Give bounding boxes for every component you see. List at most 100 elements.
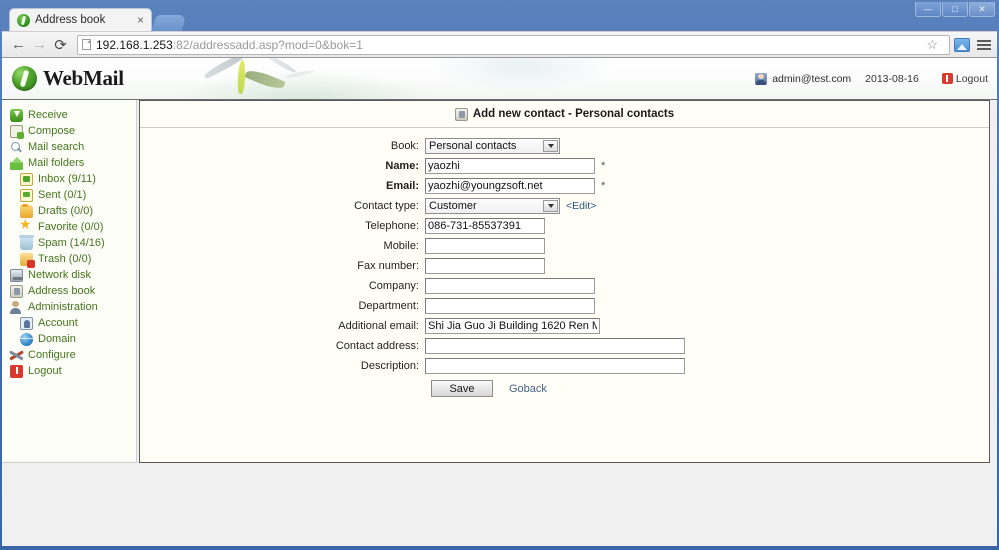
edit-contact-type-link[interactable]: <Edit>	[566, 200, 596, 212]
logout-icon	[10, 364, 23, 378]
sidebar-item-address-book[interactable]: Address book	[2, 283, 136, 299]
extension-icon[interactable]	[954, 37, 970, 52]
form-row-email: Email: *	[140, 177, 989, 194]
fax-number-input[interactable]	[425, 257, 545, 274]
decorative-leaf-icon	[203, 58, 247, 80]
content-outer: Add new contact - Personal contacts Book…	[137, 100, 997, 463]
sidebar-item-label: Favorite (0/0)	[38, 221, 104, 233]
sidebar-item-label: Configure	[28, 349, 76, 361]
url-text: 192.168.1.253:82/addressadd.asp?mod=0&bo…	[96, 38, 926, 52]
required-mark: *	[601, 159, 606, 172]
forward-button[interactable]: →	[29, 34, 50, 55]
page-bottom-filler	[2, 506, 997, 546]
compose-icon	[10, 124, 24, 139]
form-row-mobile: Mobile:	[140, 237, 989, 254]
user-info-bar: admin@test.com 2013-08-16 Logout	[755, 72, 988, 85]
contact-address-input[interactable]	[425, 337, 685, 354]
sidebar-item-favorite[interactable]: Favorite (0/0)	[2, 217, 136, 235]
label-name: Name:	[385, 159, 419, 172]
book-select[interactable]: Personal contacts	[425, 137, 560, 154]
browser-titlebar: — □ ✕ Address book ×	[2, 2, 997, 31]
search-icon	[10, 141, 23, 154]
label-contact-address: Contact address:	[335, 339, 419, 352]
disk-icon	[10, 268, 23, 282]
new-tab-button[interactable]	[151, 15, 187, 31]
address-bar[interactable]: 192.168.1.253:82/addressadd.asp?mod=0&bo…	[77, 34, 950, 55]
description-input[interactable]	[425, 357, 685, 374]
spam-bin-icon	[19, 234, 34, 250]
sidebar-item-receive[interactable]: Receive	[2, 107, 136, 123]
sidebar-item-logout[interactable]: Logout	[2, 363, 136, 379]
required-mark: *	[601, 179, 606, 192]
form-row-name: Name: *	[140, 157, 989, 174]
sidebar-item-account[interactable]: Account	[2, 315, 136, 331]
sidebar-item-spam[interactable]: Spam (14/16)	[2, 234, 136, 251]
contact-type-select[interactable]: Customer	[425, 197, 560, 214]
mobile-input[interactable]	[425, 237, 545, 254]
page-title-text: Add new contact - Personal contacts	[472, 108, 675, 120]
sidebar-item-domain[interactable]: Domain	[2, 331, 136, 347]
star-icon	[19, 217, 33, 234]
close-window-button[interactable]: ✕	[969, 2, 995, 17]
sidebar-item-administration[interactable]: Administration	[2, 299, 136, 315]
goback-link[interactable]: Goback	[509, 383, 547, 395]
department-input[interactable]	[425, 297, 595, 314]
telephone-input[interactable]	[425, 217, 545, 234]
name-input[interactable]	[425, 157, 595, 174]
company-input[interactable]	[425, 277, 595, 294]
sidebar-item-label: Receive	[28, 109, 68, 121]
page-viewport: WebMail admin@test.com 2013-08-16 Logout…	[2, 58, 997, 546]
label-company: Company:	[368, 279, 419, 292]
page-title: Add new contact - Personal contacts	[140, 101, 989, 128]
sidebar-item-mail-folders[interactable]: Mail folders	[2, 155, 136, 171]
chevron-down-icon[interactable]	[543, 199, 558, 212]
browser-menu-icon[interactable]	[977, 39, 991, 50]
form-actions: Save Goback	[140, 380, 989, 397]
label-description: Description:	[360, 359, 419, 372]
reload-button[interactable]: ⟳	[50, 34, 71, 55]
form-row-book: Book: Personal contacts	[140, 137, 989, 154]
contact-type-value: Customer	[429, 199, 477, 212]
browser-toolbar: ← → ⟳ 192.168.1.253:82/addressadd.asp?mo…	[2, 31, 997, 58]
webmail-globe-icon	[17, 13, 30, 27]
sidebar-item-sent[interactable]: Sent (0/1)	[2, 187, 136, 203]
bookmark-star-icon[interactable]: ☆	[926, 37, 938, 53]
address-book-icon	[454, 107, 468, 121]
form-row-description: Description:	[140, 357, 989, 374]
label-email: Email:	[385, 179, 419, 192]
toolbar-right-icons	[954, 37, 991, 52]
trash-icon	[20, 252, 35, 268]
folders-home-icon	[10, 156, 23, 170]
logout-button[interactable]: Logout	[941, 73, 988, 85]
label-mobile: Mobile:	[383, 239, 419, 252]
webmail-body: Receive Compose Mail search Mail folders…	[2, 100, 997, 506]
sidebar-item-trash[interactable]: Trash (0/0)	[2, 251, 136, 268]
back-button[interactable]: ←	[8, 34, 29, 55]
book-select-value: Personal contacts	[429, 139, 517, 152]
minimize-button[interactable]: —	[915, 2, 941, 17]
email-input[interactable]	[425, 177, 595, 194]
label-contact-type: Contact type:	[354, 199, 419, 212]
sidebar-item-label: Compose	[28, 125, 76, 137]
save-button[interactable]: Save	[431, 380, 493, 397]
webmail-logo-text: WebMail	[43, 66, 124, 90]
browser-tab-address-book[interactable]: Address book ×	[9, 8, 152, 31]
page-info-icon	[82, 39, 91, 50]
additional-email-input[interactable]	[425, 317, 600, 334]
form-row-contact-type: Contact type: Customer <Edit>	[140, 197, 989, 214]
sidebar-item-configure[interactable]: Configure	[2, 347, 136, 363]
close-tab-icon[interactable]: ×	[134, 14, 147, 26]
maximize-button[interactable]: □	[942, 2, 968, 17]
window-controls: — □ ✕	[915, 2, 995, 17]
chevron-down-icon[interactable]	[543, 139, 558, 152]
webmail-leaf-logo-icon	[12, 66, 37, 91]
address-book-icon	[10, 284, 23, 298]
sidebar-item-compose[interactable]: Compose	[2, 123, 136, 139]
form-row-additional-email: Additional email:	[140, 317, 989, 334]
sidebar-item-mail-search[interactable]: Mail search	[2, 139, 136, 155]
sidebar-item-network-disk[interactable]: Network disk	[2, 267, 136, 283]
sidebar-item-inbox[interactable]: Inbox (9/11)	[2, 171, 136, 187]
sidebar-item-label: Administration	[28, 301, 98, 313]
sidebar-item-label: Trash (0/0)	[38, 253, 92, 265]
sidebar-item-label: Drafts (0/0)	[38, 205, 94, 217]
